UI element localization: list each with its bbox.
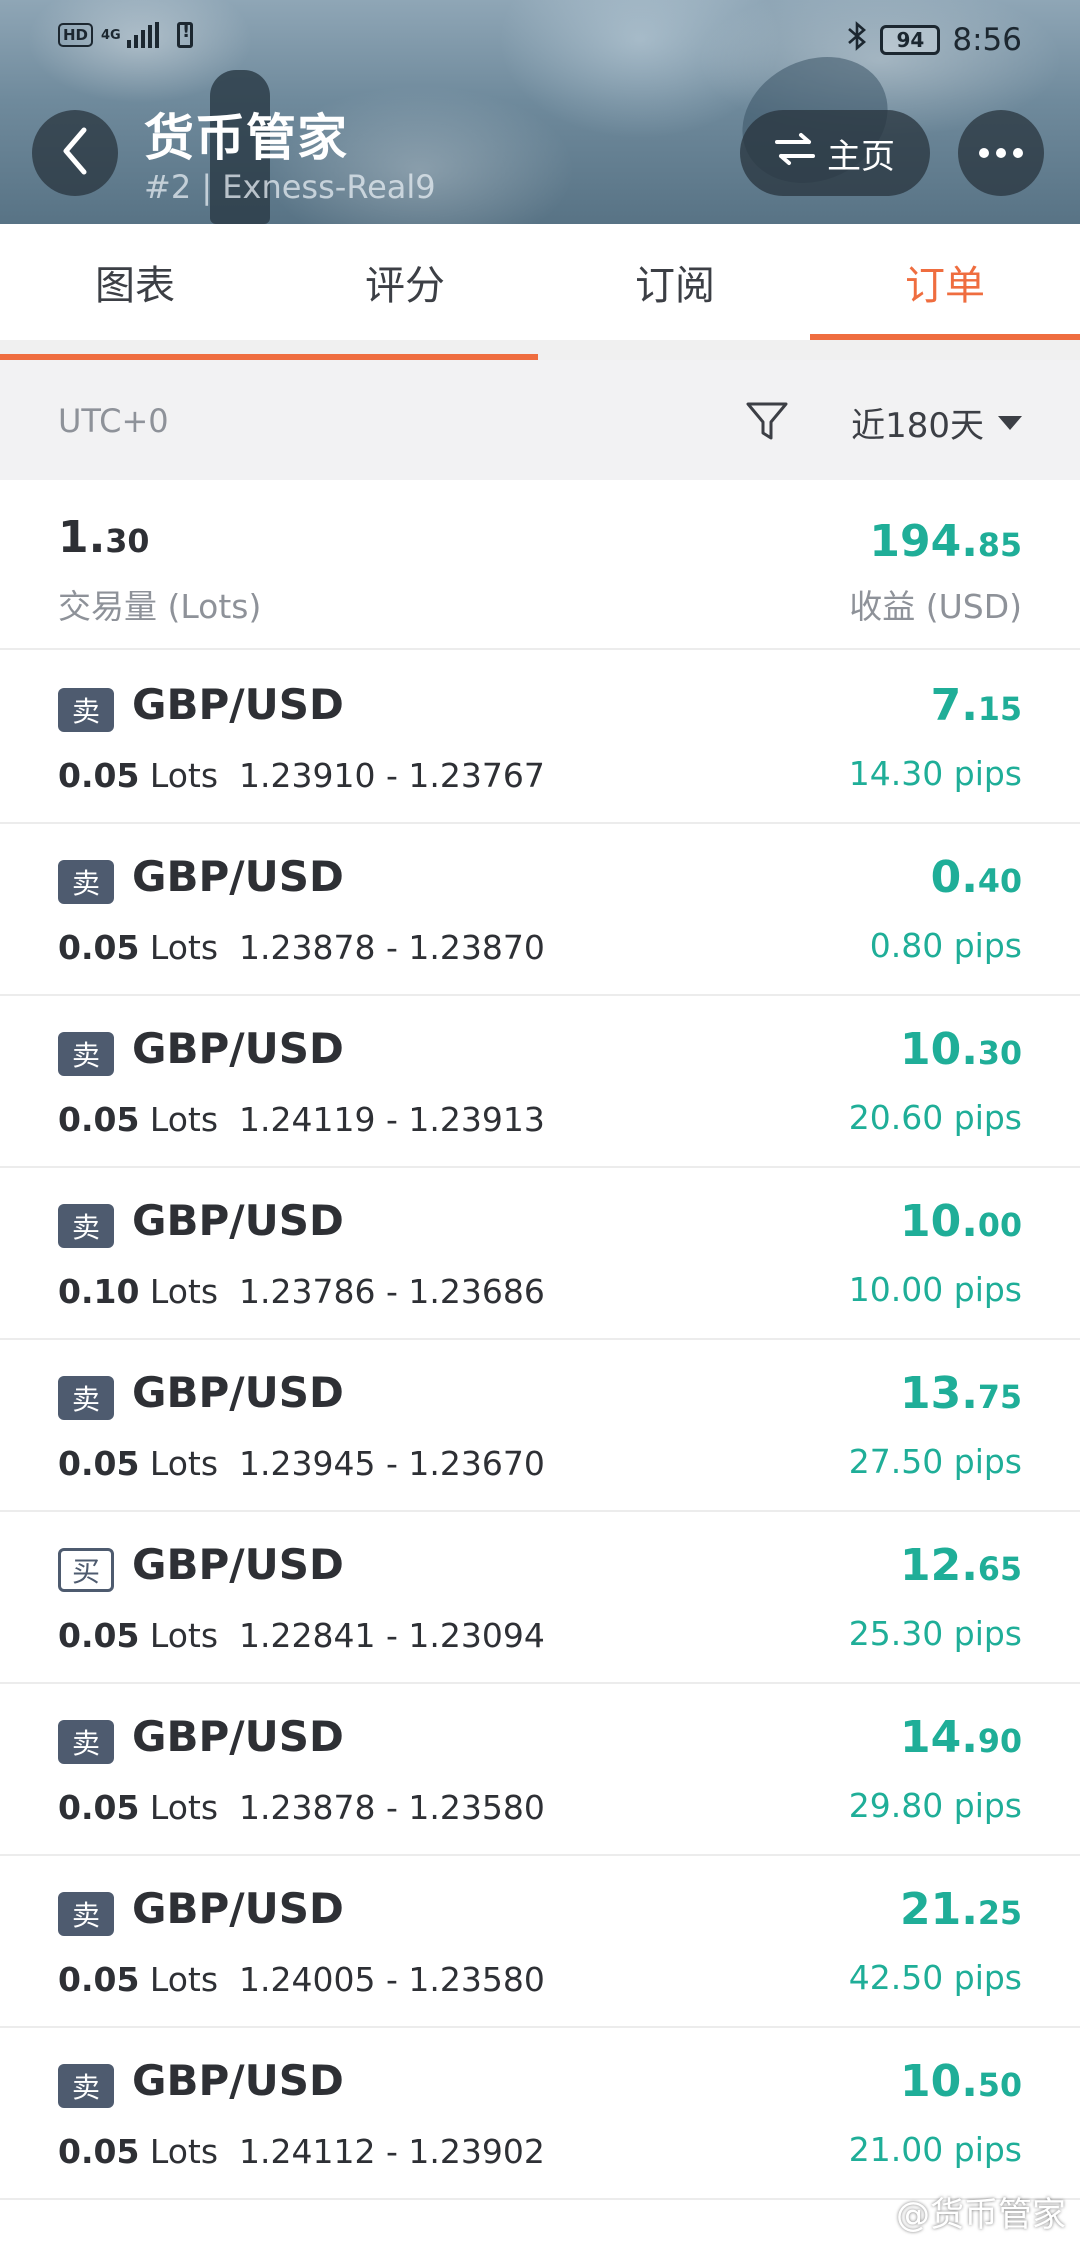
order-details: 0.05 Lots 1.23878 - 1.23870 [58, 928, 545, 967]
back-arrow-icon [58, 126, 92, 180]
app-header: HD 4G 94 8:56 货币管家 #2 | Exness-Real9 主页 [0, 0, 1080, 224]
order-row[interactable]: 卖 GBP/USD 0.05 Lots 1.23910 - 1.23767 7.… [0, 652, 1080, 824]
order-row[interactable]: 卖 GBP/USD 0.05 Lots 1.23878 - 1.23580 14… [0, 1684, 1080, 1856]
order-profit: 0.40 [930, 852, 1022, 903]
period-dropdown[interactable]: 近180天 [851, 398, 1022, 447]
more-button[interactable] [958, 110, 1044, 196]
order-symbol: GBP/USD [132, 852, 344, 901]
order-symbol: GBP/USD [132, 680, 344, 729]
order-profit: 7.15 [930, 680, 1022, 731]
order-row[interactable]: 卖 GBP/USD 0.05 Lots 1.24005 - 1.23580 21… [0, 1856, 1080, 2028]
order-side-badge: 卖 [58, 688, 114, 732]
order-symbol: GBP/USD [132, 2056, 344, 2105]
filter-bar: UTC+0 近180天 [0, 360, 1080, 480]
order-details: 0.05 Lots 1.22841 - 1.23094 [58, 1616, 545, 1655]
sim-alert-icon [177, 21, 194, 48]
order-list: 卖 GBP/USD 0.05 Lots 1.23910 - 1.23767 7.… [0, 652, 1080, 2200]
order-details: 0.05 Lots 1.23945 - 1.23670 [58, 1444, 545, 1483]
swap-icon [775, 132, 815, 175]
order-symbol: GBP/USD [132, 1884, 344, 1933]
signal-icon [127, 22, 160, 48]
period-label: 近180天 [851, 406, 984, 446]
tab-rating[interactable]: 评分 [270, 224, 540, 340]
order-profit: 10.00 [899, 1196, 1022, 1247]
order-side-badge: 卖 [58, 1720, 114, 1764]
timezone-label: UTC+0 [58, 402, 169, 440]
more-icon [979, 148, 1023, 158]
order-row[interactable]: 卖 GBP/USD 0.10 Lots 1.23786 - 1.23686 10… [0, 1168, 1080, 1340]
order-symbol: GBP/USD [132, 1196, 344, 1245]
order-profit: 12.65 [899, 1540, 1022, 1591]
order-details: 0.05 Lots 1.24112 - 1.23902 [58, 2132, 545, 2171]
orders-summary: 1.30 交易量 (Lots) 194.85 收益 (USD) [0, 480, 1080, 650]
order-profit: 21.25 [899, 1884, 1022, 1935]
order-profit: 13.75 [899, 1368, 1022, 1419]
order-pips: 10.00 pips [848, 1270, 1022, 1309]
order-pips: 20.60 pips [848, 1098, 1022, 1137]
order-row[interactable]: 卖 GBP/USD 0.05 Lots 1.24119 - 1.23913 10… [0, 996, 1080, 1168]
home-button-label: 主页 [827, 136, 895, 177]
order-profit: 10.30 [899, 1024, 1022, 1075]
page-title: 货币管家 [144, 109, 348, 167]
order-symbol: GBP/USD [132, 1368, 344, 1417]
watermark: @货币管家 [896, 2195, 1066, 2235]
network-type: 4G [101, 27, 121, 43]
status-left: HD 4G [58, 21, 194, 48]
order-side-badge: 卖 [58, 2064, 114, 2108]
order-symbol: GBP/USD [132, 1540, 344, 1589]
order-side-badge: 卖 [58, 1376, 114, 1420]
clock: 8:56 [952, 22, 1022, 58]
total-volume: 1.30 [58, 512, 150, 563]
account-subtitle: #2 | Exness-Real9 [144, 168, 436, 206]
total-profit: 194.85 [869, 516, 1022, 567]
status-bar: HD 4G 94 8:56 [0, 18, 1080, 66]
order-pips: 27.50 pips [848, 1442, 1022, 1481]
tab-orders[interactable]: 订单 [810, 224, 1080, 340]
order-pips: 29.80 pips [848, 1786, 1022, 1825]
order-details: 0.10 Lots 1.23786 - 1.23686 [58, 1272, 545, 1311]
order-pips: 42.50 pips [848, 1958, 1022, 1997]
order-details: 0.05 Lots 1.24119 - 1.23913 [58, 1100, 545, 1139]
order-side-badge: 卖 [58, 1892, 114, 1936]
hd-badge: HD [58, 23, 94, 47]
status-right: 94 8:56 [846, 20, 1022, 60]
tab-bar: 图表 评分 订阅 订单 [0, 224, 1080, 340]
bluetooth-icon [846, 20, 868, 60]
order-details: 0.05 Lots 1.24005 - 1.23580 [58, 1960, 545, 1999]
order-pips: 25.30 pips [848, 1614, 1022, 1653]
order-row[interactable]: 卖 GBP/USD 0.05 Lots 1.23878 - 1.23870 0.… [0, 824, 1080, 996]
back-button[interactable] [32, 110, 118, 196]
order-row[interactable]: 买 GBP/USD 0.05 Lots 1.22841 - 1.23094 12… [0, 1512, 1080, 1684]
order-pips: 21.00 pips [848, 2130, 1022, 2169]
order-profit: 14.90 [899, 1712, 1022, 1763]
order-side-badge: 卖 [58, 1032, 114, 1076]
order-symbol: GBP/USD [132, 1712, 344, 1761]
order-row[interactable]: 卖 GBP/USD 0.05 Lots 1.24112 - 1.23902 10… [0, 2028, 1080, 2200]
order-profit: 10.50 [899, 2056, 1022, 2107]
home-button[interactable]: 主页 [740, 110, 930, 196]
filter-icon[interactable] [744, 398, 790, 448]
order-side-badge: 买 [58, 1548, 114, 1592]
order-side-badge: 卖 [58, 860, 114, 904]
order-details: 0.05 Lots 1.23878 - 1.23580 [58, 1788, 545, 1827]
order-symbol: GBP/USD [132, 1024, 344, 1073]
order-row[interactable]: 卖 GBP/USD 0.05 Lots 1.23945 - 1.23670 13… [0, 1340, 1080, 1512]
order-details: 0.05 Lots 1.23910 - 1.23767 [58, 756, 545, 795]
battery-icon: 94 [880, 25, 941, 55]
order-side-badge: 卖 [58, 1204, 114, 1248]
total-profit-label: 收益 (USD) [849, 587, 1022, 626]
tab-chart[interactable]: 图表 [0, 224, 270, 340]
tab-subscribe[interactable]: 订阅 [540, 224, 810, 340]
order-pips: 0.80 pips [869, 926, 1022, 965]
order-pips: 14.30 pips [848, 754, 1022, 793]
caret-down-icon [998, 415, 1022, 430]
total-volume-label: 交易量 (Lots) [58, 587, 262, 626]
